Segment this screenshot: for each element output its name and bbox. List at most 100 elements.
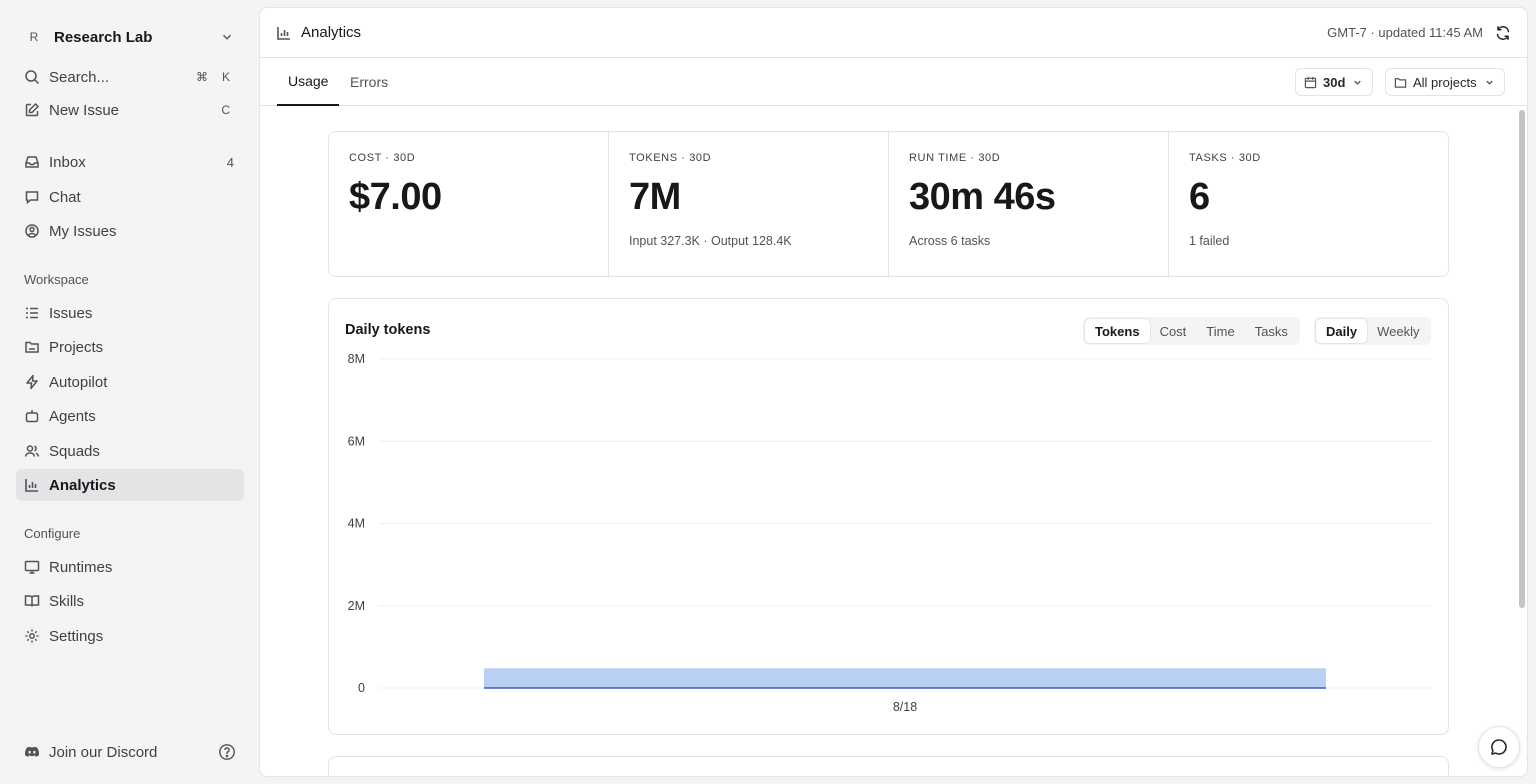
stat-sub: 1 failed	[1189, 234, 1230, 248]
sidebar-item-agents[interactable]: Agents	[16, 400, 244, 432]
stat-tokens: TOKENS · 30D 7M Input 327.3K · Output 12…	[609, 132, 889, 276]
stat-label: COST · 30D	[349, 152, 416, 164]
y-tick-label: 2M	[348, 599, 365, 613]
sidebar-item-my-issues[interactable]: My Issues	[16, 215, 244, 247]
users-icon	[24, 443, 40, 459]
message-circle-icon	[1491, 739, 1507, 755]
workspace-name: Research Lab	[54, 28, 153, 46]
daily-tokens-chart: 0 2M 4M 6M 8M 8/18	[348, 352, 1432, 714]
y-tick-label: 0	[358, 681, 365, 695]
discord-icon	[24, 744, 40, 760]
bot-icon	[24, 408, 40, 424]
new-issue-button[interactable]: New Issue C	[16, 94, 244, 126]
sidebar-item-label: Projects	[49, 338, 104, 356]
shortcut-mod: ⌘	[195, 70, 208, 84]
chat-icon	[24, 189, 40, 205]
stat-cost: COST · 30D $7.00	[329, 132, 609, 276]
stat-sub: Across 6 tasks	[909, 234, 991, 248]
stat-tasks: TASKS · 30D 6 1 failed	[1169, 132, 1448, 276]
x-tick-label: 8/18	[893, 700, 917, 714]
inbox-count-badge: 4	[226, 154, 234, 170]
updated-timestamp: GMT-7 · updated 11:45 AM	[1327, 25, 1483, 40]
scrollbar[interactable]	[1519, 110, 1525, 608]
stat-label: TOKENS · 30D	[629, 152, 712, 164]
monitor-icon	[24, 559, 40, 575]
bar-chart-icon	[277, 26, 290, 40]
discord-link[interactable]: Join our Discord	[16, 736, 244, 768]
sidebar-item-label: Analytics	[49, 476, 116, 494]
project-filter-select[interactable]: All projects	[1385, 68, 1505, 96]
configure-section-label: Configure	[24, 526, 81, 541]
page-header: Analytics GMT-7 · updated 11:45 AM	[260, 8, 1527, 58]
search-button[interactable]: Search... ⌘ K	[16, 61, 244, 93]
feedback-button[interactable]	[1478, 726, 1520, 768]
tabs-bar: Usage Errors 30d All projects	[260, 58, 1527, 106]
chevron-down-icon	[223, 34, 231, 40]
date-range-value: 30d	[1323, 74, 1346, 90]
workspace-switcher[interactable]: R Research Lab	[16, 20, 244, 54]
bolt-icon	[24, 374, 40, 390]
date-range-select[interactable]: 30d	[1295, 68, 1374, 96]
y-tick-label: 4M	[348, 517, 365, 531]
search-icon	[24, 69, 40, 85]
sidebar-item-issues[interactable]: Issues	[16, 297, 244, 329]
sidebar-item-label: Squads	[49, 442, 100, 460]
sidebar-item-label: Chat	[49, 188, 81, 206]
folder-icon	[1394, 77, 1407, 88]
refresh-icon[interactable]	[1495, 25, 1511, 41]
user-circle-icon	[24, 223, 40, 239]
page-title: Analytics	[301, 24, 362, 41]
sidebar-item-label: Autopilot	[49, 373, 108, 391]
sidebar-item-label: Runtimes	[49, 558, 113, 576]
stat-value: 6	[1189, 176, 1210, 218]
calendar-icon	[1304, 76, 1317, 88]
chevron-down-icon	[1354, 80, 1362, 85]
list-icon	[24, 305, 40, 321]
stats-row: COST · 30D $7.00 TOKENS · 30D 7M Input 3…	[328, 131, 1449, 277]
workspace-section-label: Workspace	[24, 272, 89, 287]
search-label: Search...	[49, 68, 110, 86]
sidebar-item-label: Skills	[49, 592, 85, 610]
new-issue-shortcut: C	[221, 103, 230, 117]
sidebar-item-autopilot[interactable]: Autopilot	[16, 366, 244, 398]
inbox-icon	[24, 154, 40, 170]
sidebar: R Research Lab Search... ⌘ K New Issue C …	[0, 0, 259, 784]
stat-value: 30m 46s	[909, 176, 1056, 218]
folder-icon	[24, 339, 40, 355]
stat-label: TASKS · 30D	[1189, 152, 1261, 164]
sidebar-item-skills[interactable]: Skills	[16, 585, 244, 617]
stat-value: 7M	[629, 176, 681, 218]
workspace-avatar: R	[29, 30, 39, 44]
sidebar-item-runtimes[interactable]: Runtimes	[16, 551, 244, 583]
sidebar-item-label: Inbox	[49, 153, 86, 171]
tab-errors[interactable]: Errors	[350, 58, 388, 106]
sidebar-item-settings[interactable]: Settings	[16, 620, 244, 652]
chevron-down-icon	[1485, 80, 1493, 85]
sidebar-item-label: My Issues	[49, 222, 117, 240]
sidebar-item-projects[interactable]: Projects	[16, 331, 244, 363]
stat-run-time: RUN TIME · 30D 30m 46s Across 6 tasks	[889, 132, 1169, 276]
sidebar-item-squads[interactable]: Squads	[16, 435, 244, 467]
gear-icon	[24, 628, 40, 644]
stat-sub: Input 327.3K · Output 128.4K	[629, 234, 792, 248]
tab-usage[interactable]: Usage	[277, 58, 340, 106]
sidebar-item-label: Settings	[49, 627, 104, 645]
edit-icon	[24, 102, 40, 118]
help-icon[interactable]	[218, 743, 236, 761]
discord-label: Join our Discord	[49, 743, 158, 761]
sidebar-item-label: Agents	[49, 407, 96, 425]
project-filter-value: All projects	[1413, 74, 1477, 90]
sidebar-item-inbox[interactable]: Inbox 4	[16, 146, 244, 178]
stat-value: $7.00	[349, 176, 442, 218]
new-issue-label: New Issue	[49, 101, 120, 119]
book-icon	[24, 593, 40, 609]
sidebar-item-label: Issues	[49, 304, 93, 322]
next-card	[328, 756, 1449, 776]
sidebar-item-chat[interactable]: Chat	[16, 181, 244, 213]
area-fill	[484, 668, 1326, 688]
analytics-content: COST · 30D $7.00 TOKENS · 30D 7M Input 3…	[260, 106, 1516, 776]
sidebar-item-analytics[interactable]: Analytics	[16, 469, 244, 501]
y-tick-label: 6M	[348, 434, 365, 448]
shortcut-key: K	[221, 70, 230, 84]
y-tick-label: 8M	[348, 352, 365, 366]
